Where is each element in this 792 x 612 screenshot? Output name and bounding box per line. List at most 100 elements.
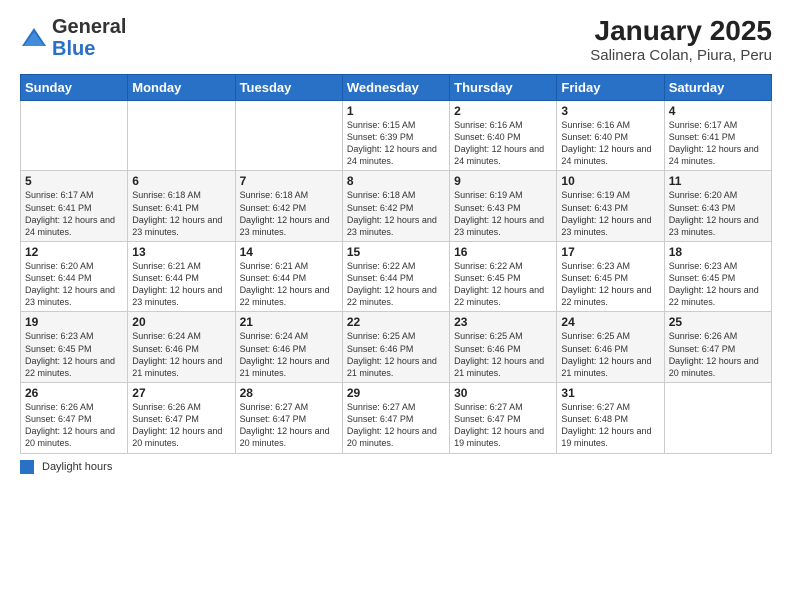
header-sunday: Sunday (21, 74, 128, 100)
day-number: 3 (561, 104, 659, 118)
calendar-header-row: Sunday Monday Tuesday Wednesday Thursday… (21, 74, 772, 100)
day-info: Sunrise: 6:27 AM Sunset: 6:47 PM Dayligh… (454, 401, 552, 450)
day-info: Sunrise: 6:26 AM Sunset: 6:47 PM Dayligh… (25, 401, 123, 450)
table-row: 3Sunrise: 6:16 AM Sunset: 6:40 PM Daylig… (557, 100, 664, 171)
calendar-week-row: 5Sunrise: 6:17 AM Sunset: 6:41 PM Daylig… (21, 171, 772, 242)
table-row: 9Sunrise: 6:19 AM Sunset: 6:43 PM Daylig… (450, 171, 557, 242)
day-info: Sunrise: 6:27 AM Sunset: 6:47 PM Dayligh… (240, 401, 338, 450)
day-info: Sunrise: 6:17 AM Sunset: 6:41 PM Dayligh… (25, 189, 123, 238)
day-number: 9 (454, 174, 552, 188)
day-number: 26 (25, 386, 123, 400)
header-tuesday: Tuesday (235, 74, 342, 100)
day-number: 22 (347, 315, 445, 329)
table-row (664, 383, 771, 454)
day-info: Sunrise: 6:15 AM Sunset: 6:39 PM Dayligh… (347, 119, 445, 168)
day-number: 30 (454, 386, 552, 400)
table-row: 7Sunrise: 6:18 AM Sunset: 6:42 PM Daylig… (235, 171, 342, 242)
title-block: January 2025 Salinera Colan, Piura, Peru (590, 16, 772, 64)
day-info: Sunrise: 6:18 AM Sunset: 6:42 PM Dayligh… (347, 189, 445, 238)
day-info: Sunrise: 6:20 AM Sunset: 6:44 PM Dayligh… (25, 260, 123, 309)
header-saturday: Saturday (664, 74, 771, 100)
day-number: 12 (25, 245, 123, 259)
header-thursday: Thursday (450, 74, 557, 100)
day-number: 24 (561, 315, 659, 329)
table-row: 18Sunrise: 6:23 AM Sunset: 6:45 PM Dayli… (664, 241, 771, 312)
day-info: Sunrise: 6:18 AM Sunset: 6:41 PM Dayligh… (132, 189, 230, 238)
table-row: 29Sunrise: 6:27 AM Sunset: 6:47 PM Dayli… (342, 383, 449, 454)
calendar-week-row: 19Sunrise: 6:23 AM Sunset: 6:45 PM Dayli… (21, 312, 772, 383)
day-number: 18 (669, 245, 767, 259)
logo-icon (20, 24, 48, 52)
day-info: Sunrise: 6:19 AM Sunset: 6:43 PM Dayligh… (454, 189, 552, 238)
table-row: 24Sunrise: 6:25 AM Sunset: 6:46 PM Dayli… (557, 312, 664, 383)
table-row: 28Sunrise: 6:27 AM Sunset: 6:47 PM Dayli… (235, 383, 342, 454)
day-number: 16 (454, 245, 552, 259)
day-number: 14 (240, 245, 338, 259)
table-row: 31Sunrise: 6:27 AM Sunset: 6:48 PM Dayli… (557, 383, 664, 454)
day-number: 23 (454, 315, 552, 329)
table-row (235, 100, 342, 171)
header-wednesday: Wednesday (342, 74, 449, 100)
day-info: Sunrise: 6:22 AM Sunset: 6:45 PM Dayligh… (454, 260, 552, 309)
day-info: Sunrise: 6:27 AM Sunset: 6:47 PM Dayligh… (347, 401, 445, 450)
day-number: 7 (240, 174, 338, 188)
table-row: 25Sunrise: 6:26 AM Sunset: 6:47 PM Dayli… (664, 312, 771, 383)
day-number: 5 (25, 174, 123, 188)
day-number: 8 (347, 174, 445, 188)
table-row: 8Sunrise: 6:18 AM Sunset: 6:42 PM Daylig… (342, 171, 449, 242)
day-number: 25 (669, 315, 767, 329)
table-row (21, 100, 128, 171)
header-monday: Monday (128, 74, 235, 100)
day-info: Sunrise: 6:19 AM Sunset: 6:43 PM Dayligh… (561, 189, 659, 238)
day-info: Sunrise: 6:26 AM Sunset: 6:47 PM Dayligh… (132, 401, 230, 450)
day-number: 19 (25, 315, 123, 329)
calendar-table: Sunday Monday Tuesday Wednesday Thursday… (20, 74, 772, 454)
day-number: 1 (347, 104, 445, 118)
logo-blue-text: Blue (52, 38, 95, 60)
table-row: 26Sunrise: 6:26 AM Sunset: 6:47 PM Dayli… (21, 383, 128, 454)
day-number: 21 (240, 315, 338, 329)
header-friday: Friday (557, 74, 664, 100)
day-info: Sunrise: 6:24 AM Sunset: 6:46 PM Dayligh… (132, 330, 230, 379)
header: General Blue January 2025 Salinera Colan… (20, 16, 772, 64)
day-number: 15 (347, 245, 445, 259)
calendar-week-row: 26Sunrise: 6:26 AM Sunset: 6:47 PM Dayli… (21, 383, 772, 454)
table-row: 23Sunrise: 6:25 AM Sunset: 6:46 PM Dayli… (450, 312, 557, 383)
day-number: 13 (132, 245, 230, 259)
logo: General Blue (20, 16, 126, 60)
table-row: 13Sunrise: 6:21 AM Sunset: 6:44 PM Dayli… (128, 241, 235, 312)
day-info: Sunrise: 6:17 AM Sunset: 6:41 PM Dayligh… (669, 119, 767, 168)
table-row: 19Sunrise: 6:23 AM Sunset: 6:45 PM Dayli… (21, 312, 128, 383)
day-info: Sunrise: 6:16 AM Sunset: 6:40 PM Dayligh… (561, 119, 659, 168)
page: General Blue January 2025 Salinera Colan… (0, 0, 792, 612)
table-row: 17Sunrise: 6:23 AM Sunset: 6:45 PM Dayli… (557, 241, 664, 312)
day-info: Sunrise: 6:23 AM Sunset: 6:45 PM Dayligh… (561, 260, 659, 309)
day-number: 29 (347, 386, 445, 400)
day-number: 20 (132, 315, 230, 329)
table-row: 15Sunrise: 6:22 AM Sunset: 6:44 PM Dayli… (342, 241, 449, 312)
table-row: 14Sunrise: 6:21 AM Sunset: 6:44 PM Dayli… (235, 241, 342, 312)
day-number: 28 (240, 386, 338, 400)
table-row: 22Sunrise: 6:25 AM Sunset: 6:46 PM Dayli… (342, 312, 449, 383)
table-row: 27Sunrise: 6:26 AM Sunset: 6:47 PM Dayli… (128, 383, 235, 454)
day-number: 10 (561, 174, 659, 188)
table-row: 6Sunrise: 6:18 AM Sunset: 6:41 PM Daylig… (128, 171, 235, 242)
day-number: 31 (561, 386, 659, 400)
footer: Daylight hours (20, 460, 772, 474)
day-info: Sunrise: 6:27 AM Sunset: 6:48 PM Dayligh… (561, 401, 659, 450)
day-info: Sunrise: 6:23 AM Sunset: 6:45 PM Dayligh… (669, 260, 767, 309)
calendar-subtitle: Salinera Colan, Piura, Peru (590, 47, 772, 64)
table-row: 10Sunrise: 6:19 AM Sunset: 6:43 PM Dayli… (557, 171, 664, 242)
day-info: Sunrise: 6:21 AM Sunset: 6:44 PM Dayligh… (240, 260, 338, 309)
day-number: 17 (561, 245, 659, 259)
legend-label: Daylight hours (42, 461, 112, 473)
legend-color-box (20, 460, 34, 474)
calendar-title: January 2025 (590, 16, 772, 47)
day-number: 4 (669, 104, 767, 118)
table-row: 20Sunrise: 6:24 AM Sunset: 6:46 PM Dayli… (128, 312, 235, 383)
day-number: 2 (454, 104, 552, 118)
day-info: Sunrise: 6:25 AM Sunset: 6:46 PM Dayligh… (561, 330, 659, 379)
day-info: Sunrise: 6:25 AM Sunset: 6:46 PM Dayligh… (347, 330, 445, 379)
day-info: Sunrise: 6:18 AM Sunset: 6:42 PM Dayligh… (240, 189, 338, 238)
calendar-week-row: 1Sunrise: 6:15 AM Sunset: 6:39 PM Daylig… (21, 100, 772, 171)
